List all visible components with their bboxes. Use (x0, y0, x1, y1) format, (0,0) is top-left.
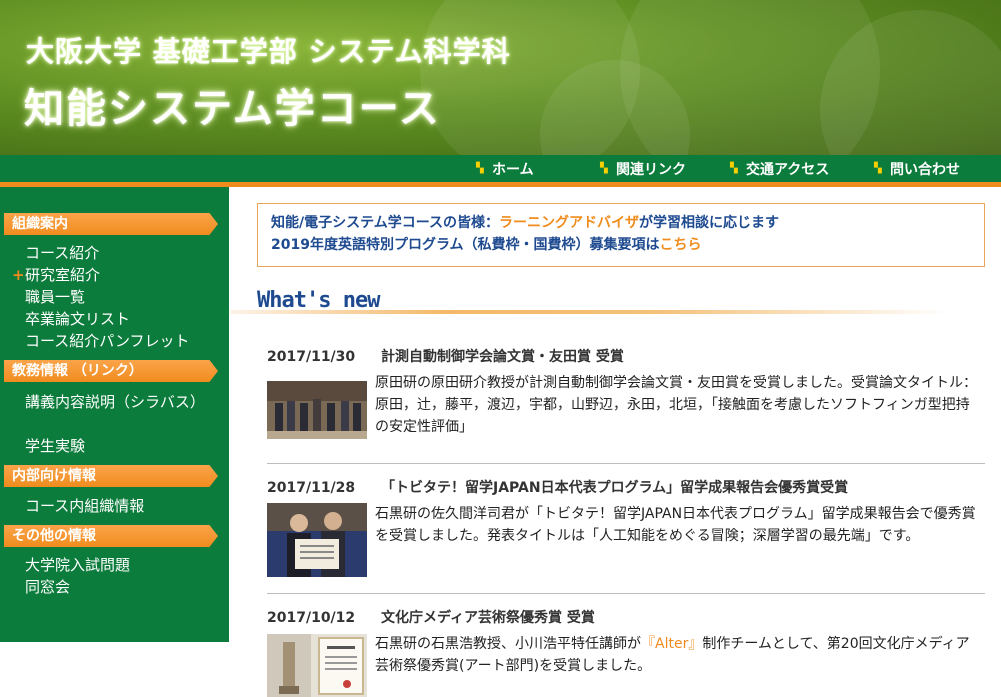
sidebar-heading-internal: 内部向け情報 (4, 465, 218, 487)
nav-label: 交通アクセス (746, 162, 830, 178)
news-title: 「トビタテ！留学JAPAN日本代表プログラム」留学成果報告会優秀賞受賞 (381, 480, 849, 496)
sidebar-item-pamphlet[interactable]: コース紹介パンフレット (25, 330, 215, 352)
nav-label: ホーム (492, 162, 534, 178)
sidebar: 組織案内 コース紹介 + 研究室紹介 職員一覧 卒業論文リスト コース紹介パンフ… (0, 187, 229, 642)
nav-home[interactable]: ▚ ホーム (476, 159, 534, 179)
site-title: 知能システム学コース (24, 86, 441, 132)
sidebar-heading-organization: 組織案内 (4, 213, 218, 235)
news-header: 2017/11/28 「トビタテ！留学JAPAN日本代表プログラム」留学成果報告会… (267, 477, 987, 497)
award-photo (267, 381, 367, 439)
nav-links[interactable]: ▚ 関連リンク (600, 159, 686, 179)
sidebar-item-course-intro[interactable]: コース紹介 (25, 242, 215, 264)
news-header: 2017/11/30 計測自動制御学会論文賞・友田賞 受賞 (267, 346, 987, 366)
bullet-icon: ▚ (476, 163, 484, 174)
learning-advisor-link[interactable]: ラーニングアドバイザ (499, 215, 639, 231)
news-body-text: 石黒研の石黒浩教授、小川浩平特任講師が (375, 636, 641, 652)
site-header: 大阪大学 基礎工学部 システム科学科 知能システム学コース (0, 0, 1001, 155)
whats-new-heading: What's new (257, 288, 380, 313)
news-date: 2017/11/30 (267, 349, 356, 365)
bullet-icon: ▚ (730, 163, 738, 174)
sidebar-heading-academic: 教務情報 （リンク） (4, 360, 218, 382)
news-divider (267, 463, 985, 464)
news-item: 2017/11/28 「トビタテ！留学JAPAN日本代表プログラム」留学成果報告会… (267, 477, 987, 577)
nav-contact[interactable]: ▚ 問い合わせ (874, 159, 960, 179)
nav-access[interactable]: ▚ 交通アクセス (730, 159, 829, 179)
top-nav: ▚ ホーム ▚ 関連リンク ▚ 交通アクセス ▚ 問い合わせ (0, 155, 1001, 187)
bullet-icon: ▚ (874, 163, 882, 174)
nav-label: 関連リンク (616, 162, 686, 178)
news-date: 2017/11/28 (267, 480, 356, 496)
nav-label: 問い合わせ (890, 162, 960, 178)
notice-text: 知能/電子システム学コースの皆様： (271, 215, 499, 231)
notice-line-1: 知能/電子システム学コースの皆様：ラーニングアドバイザが学習相談に応じます (271, 212, 971, 234)
sidebar-item-labs[interactable]: 研究室紹介 (25, 264, 215, 286)
news-date: 2017/10/12 (267, 610, 356, 626)
sidebar-item-org-info[interactable]: コース内組織情報 (25, 495, 215, 517)
notice-text: が学習相談に応じます (639, 215, 779, 231)
news-body: 石黒研の佐久間洋司君が「トビタテ！留学JAPAN日本代表プログラム」留学成果報告… (375, 506, 976, 544)
notice-box: 知能/電子システム学コースの皆様：ラーニングアドバイザが学習相談に応じます 20… (257, 203, 985, 267)
news-item: 2017/11/30 計測自動制御学会論文賞・友田賞 受賞 原田研の原田研介教授が… (267, 346, 987, 446)
sidebar-item-entrance-exams[interactable]: 大学院入試問題 (25, 554, 215, 576)
news-title: 計測自動制御学会論文賞・友田賞 受賞 (381, 349, 624, 365)
sidebar-heading-other: その他の情報 (4, 525, 218, 547)
notice-text: 2019年度英語特別プログラム（私費枠・国費枠）募集要項は (271, 237, 660, 253)
alter-link[interactable]: 『Alter』 (641, 636, 702, 652)
sidebar-item-experiments[interactable]: 学生実験 (25, 435, 215, 457)
bullet-icon: ▚ (600, 163, 608, 174)
news-body: 石黒研の石黒浩教授、小川浩平特任講師が『Alter』制作チームとして、第20回文… (375, 633, 977, 677)
guidelines-link[interactable]: こちら (660, 237, 702, 253)
sidebar-item-alumni[interactable]: 同窓会 (25, 576, 215, 598)
news-divider (267, 593, 985, 594)
news-item: 2017/10/12 文化庁メディア芸術祭優秀賞 受賞 石黒研の石黒浩教授、小川浩… (267, 607, 987, 697)
award-photo (267, 634, 367, 697)
news-body: 原田研の原田研介教授が計測自動制御学会論文賞・友田賞を受賞しました。受賞論文タイ… (375, 375, 977, 435)
plus-icon: + (12, 266, 25, 284)
sidebar-item-theses[interactable]: 卒業論文リスト (25, 308, 215, 330)
sidebar-item-staff[interactable]: 職員一覧 (25, 286, 215, 308)
news-title: 文化庁メディア芸術祭優秀賞 受賞 (381, 610, 595, 626)
sidebar-item-syllabus[interactable]: 講義内容説明（シラバス） (25, 391, 215, 413)
news-header: 2017/10/12 文化庁メディア芸術祭優秀賞 受賞 (267, 607, 987, 627)
award-photo (267, 503, 367, 577)
site-subtitle: 大阪大学 基礎工学部 システム科学科 (26, 35, 511, 68)
notice-line-2: 2019年度英語特別プログラム（私費枠・国費枠）募集要項はこちら (271, 234, 971, 256)
